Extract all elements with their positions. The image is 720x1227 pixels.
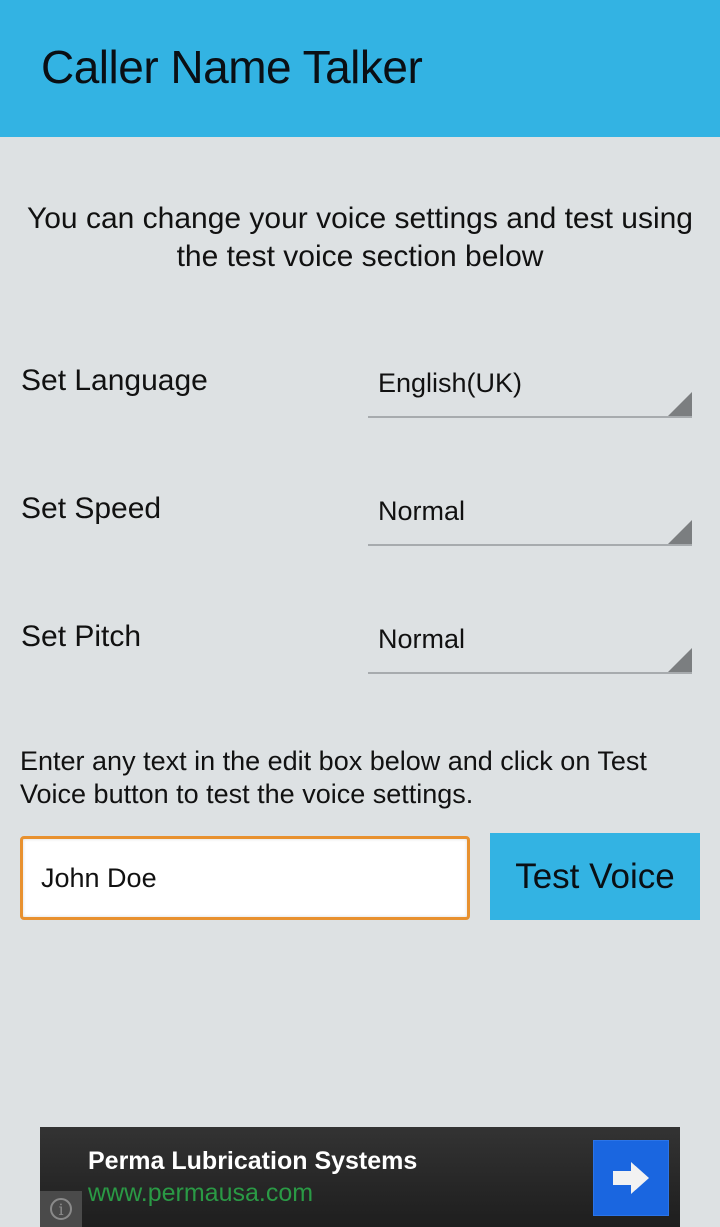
ad-headline[interactable]: Perma Lubrication Systems xyxy=(88,1147,417,1176)
speed-label: Set Speed xyxy=(21,492,162,525)
ad-url[interactable]: www.permausa.com xyxy=(88,1179,313,1208)
ad-banner[interactable]: Perma Lubrication Systems www.permausa.c… xyxy=(40,1127,680,1227)
language-value: English(UK) xyxy=(378,368,523,398)
dropdown-arrow-icon xyxy=(668,648,692,672)
speed-spinner[interactable]: Normal xyxy=(368,496,692,546)
pitch-label: Set Pitch xyxy=(21,620,142,653)
language-spinner[interactable]: English(UK) xyxy=(368,368,692,418)
intro-text: You can change your voice settings and t… xyxy=(26,202,693,273)
app-title: Caller Name Talker xyxy=(41,41,423,93)
info-icon: i xyxy=(50,1198,72,1220)
test-text-input[interactable] xyxy=(41,839,451,917)
language-label: Set Language xyxy=(21,364,208,397)
ad-info-button[interactable]: i xyxy=(40,1191,82,1227)
dropdown-arrow-icon xyxy=(668,392,692,416)
speed-value: Normal xyxy=(378,496,466,526)
test-text-field[interactable] xyxy=(20,836,470,920)
test-voice-button[interactable]: Test Voice xyxy=(490,833,700,920)
arrow-right-icon xyxy=(613,1162,649,1194)
test-hint-text: Enter any text in the edit box below and… xyxy=(20,746,647,809)
pitch-spinner[interactable]: Normal xyxy=(368,624,692,674)
app-bar: Caller Name Talker xyxy=(0,0,720,137)
dropdown-arrow-icon xyxy=(668,520,692,544)
pitch-value: Normal xyxy=(378,624,466,654)
ad-go-button[interactable] xyxy=(593,1140,669,1216)
